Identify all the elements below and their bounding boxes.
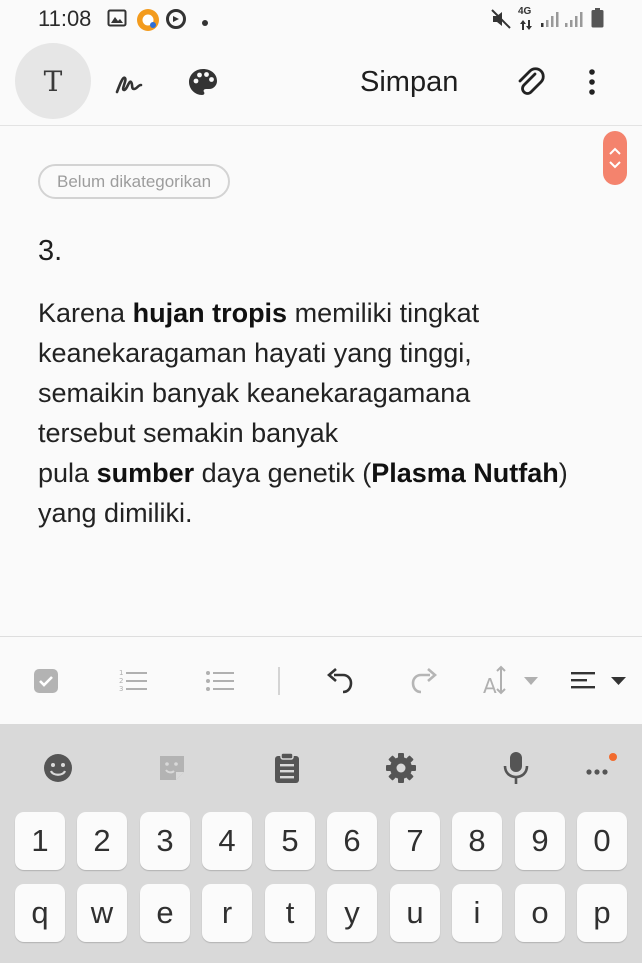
key-3[interactable]: 3	[140, 812, 190, 870]
note-line: keanekaragaman hayati yang tinggi,	[38, 338, 472, 368]
format-bar: 123 A	[0, 636, 642, 724]
svg-text:2: 2	[119, 677, 123, 685]
undo-button[interactable]	[322, 661, 356, 701]
redo-icon	[411, 668, 437, 694]
handwriting-icon	[115, 76, 143, 94]
more-vertical-icon	[589, 69, 595, 95]
data-arrows-icon	[520, 17, 532, 35]
numbered-list-icon: 123	[119, 669, 147, 693]
svg-text:3: 3	[119, 685, 123, 693]
key-9[interactable]: 9	[515, 812, 565, 870]
battery-icon	[591, 8, 604, 33]
key-7[interactable]: 7	[390, 812, 440, 870]
note-line: pula sumber daya genetik (Plasma Nutfah)	[38, 458, 568, 488]
key-o[interactable]: o	[515, 884, 565, 942]
key-t[interactable]: t	[265, 884, 315, 942]
bullet-list-icon	[206, 671, 234, 691]
align-button[interactable]	[568, 661, 630, 701]
network-type-label: 4G	[518, 6, 532, 17]
sticker-icon	[160, 756, 184, 780]
attach-button[interactable]	[510, 62, 550, 102]
handwriting-button[interactable]	[109, 62, 149, 102]
key-i[interactable]: i	[452, 884, 502, 942]
clipboard-button[interactable]	[267, 748, 307, 788]
sticker-button[interactable]	[152, 748, 192, 788]
emoji-icon	[44, 754, 72, 782]
note-line: Karena hujan tropis memiliki tingkat	[38, 298, 480, 328]
bullet-list-button[interactable]	[204, 661, 236, 701]
scroll-arrows-icon	[609, 147, 621, 169]
note-content[interactable]: Belum dikategorikan 3. Karena hujan trop…	[0, 127, 642, 635]
key-e[interactable]: e	[140, 884, 190, 942]
note-line: tersebut semakin banyak	[38, 418, 339, 448]
emoji-button[interactable]	[38, 748, 78, 788]
key-4[interactable]: 4	[202, 812, 252, 870]
key-5[interactable]: 5	[265, 812, 315, 870]
note-body-text[interactable]: Karena hujan tropis memiliki tingkat kea…	[38, 293, 608, 533]
key-p[interactable]: p	[577, 884, 627, 942]
key-y[interactable]: y	[327, 884, 377, 942]
more-notifications-dot-icon	[201, 14, 209, 32]
key-w[interactable]: w	[77, 884, 127, 942]
scroll-handle[interactable]	[603, 131, 627, 185]
bold-text: sumber	[96, 458, 195, 488]
bold-text: hujan tropis	[132, 298, 288, 328]
font-size-button[interactable]: A	[480, 661, 542, 701]
key-8[interactable]: 8	[452, 812, 502, 870]
palette-icon	[189, 69, 217, 95]
more-keyboard-options-button[interactable]	[580, 748, 620, 788]
editor-toolbar: T Simpan	[0, 38, 642, 126]
redo-button[interactable]	[408, 661, 442, 701]
mute-icon	[490, 8, 512, 35]
undo-icon	[327, 668, 353, 694]
signal-sim1-icon	[540, 10, 560, 33]
status-bar: 11:08 4G	[0, 0, 642, 38]
font-size-icon: A	[483, 665, 538, 697]
key-2[interactable]: 2	[77, 812, 127, 870]
palette-button[interactable]	[183, 62, 223, 102]
svg-text:A: A	[483, 674, 497, 697]
key-q[interactable]: q	[15, 884, 65, 942]
key-0[interactable]: 0	[577, 812, 627, 870]
keyboard-toolbar	[0, 724, 642, 812]
key-6[interactable]: 6	[327, 812, 377, 870]
gallery-notification-icon	[107, 8, 127, 33]
settings-button[interactable]	[381, 748, 421, 788]
key-r[interactable]: r	[202, 884, 252, 942]
numbered-list-button[interactable]: 123	[117, 661, 149, 701]
format-divider	[278, 667, 280, 695]
note-number: 3.	[38, 235, 63, 267]
gear-icon	[386, 753, 416, 783]
text-mode-button[interactable]: T	[15, 43, 91, 119]
note-line: semaikin banyak keanekaragamana	[38, 378, 471, 408]
save-button[interactable]: Simpan	[360, 60, 458, 104]
paperclip-icon	[518, 67, 545, 95]
category-chip[interactable]: Belum dikategorikan	[38, 164, 231, 199]
checkbox-icon	[34, 669, 58, 693]
key-1[interactable]: 1	[15, 812, 65, 870]
key-u[interactable]: u	[390, 884, 440, 942]
note-line: yang dimiliki.	[38, 498, 193, 528]
keyboard: 1 2 3 4 5 6 7 8 9 0 q w e r t y u i o p	[0, 724, 642, 963]
signal-sim2-icon	[564, 10, 584, 33]
checkbox-button[interactable]	[31, 661, 61, 701]
voice-input-button[interactable]	[496, 748, 536, 788]
microphone-icon	[503, 752, 529, 784]
app-notification-icon	[136, 8, 160, 37]
status-time: 11:08	[38, 6, 92, 31]
svg-text:1: 1	[119, 669, 123, 677]
clipboard-icon	[275, 752, 299, 783]
more-horizontal-icon	[586, 753, 617, 775]
bold-text: Plasma Nutfah	[371, 458, 559, 488]
align-left-icon	[571, 672, 626, 689]
more-options-button[interactable]	[572, 62, 612, 102]
sync-notification-icon	[165, 8, 187, 35]
